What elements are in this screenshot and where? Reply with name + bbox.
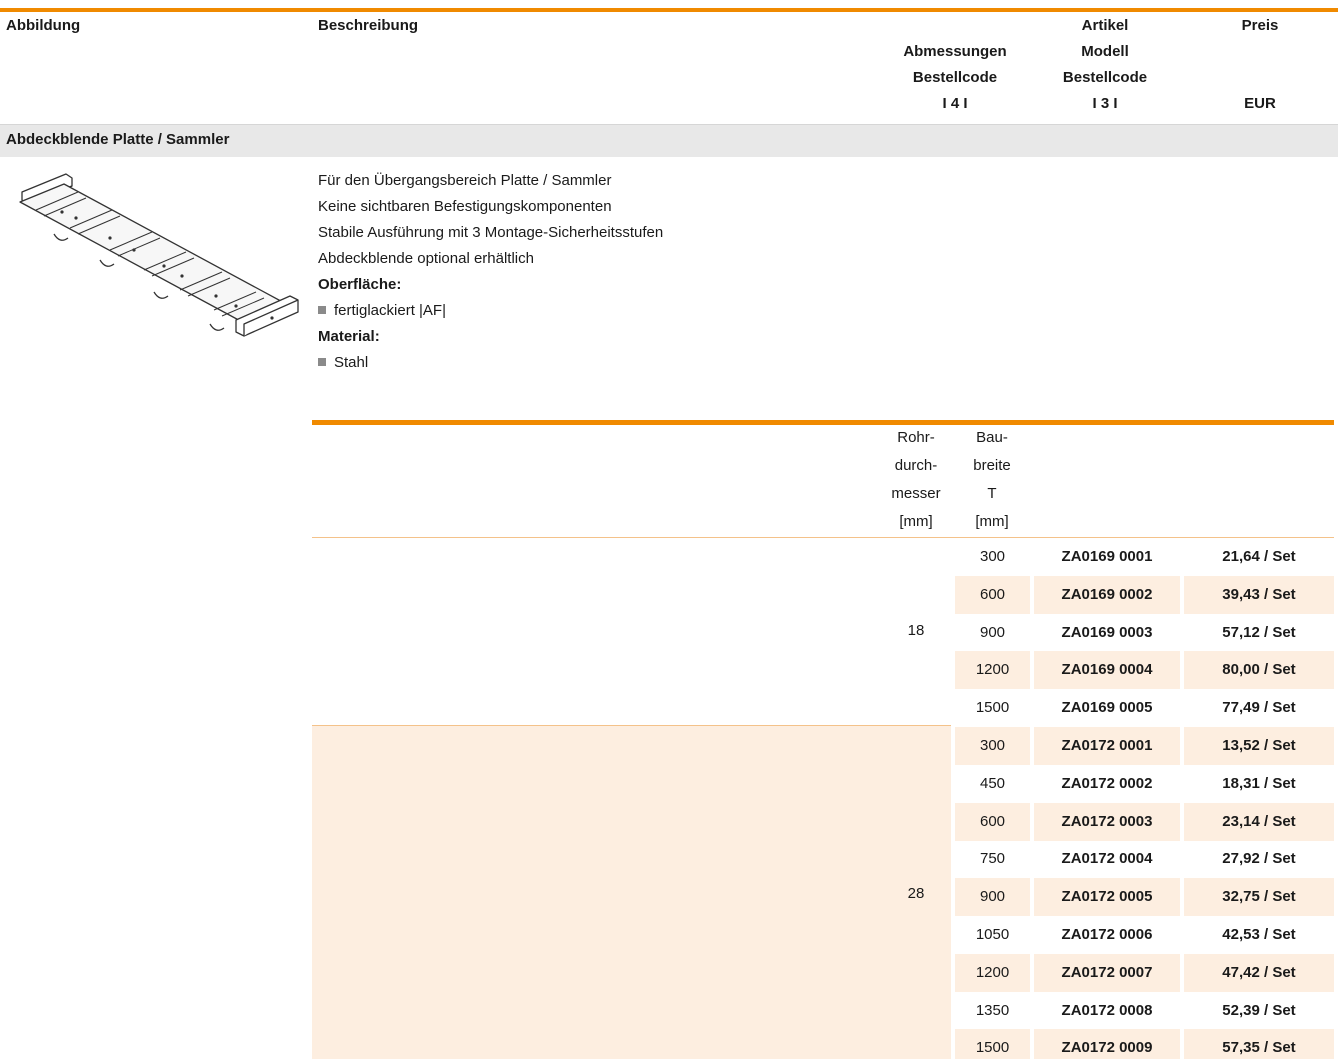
column-head-baubreite: Bau- breite T [mm]	[952, 424, 1032, 536]
cell-baubreite: 450	[979, 775, 1006, 792]
description-line: Keine sichtbaren Befestigungskomponenten	[318, 198, 612, 215]
cell-baubreite: 1350	[975, 1002, 1010, 1019]
column-head-line: [mm]	[899, 513, 933, 530]
section-title: Abdeckblende Platte / Sammler	[6, 131, 230, 148]
cell-baubreite: 1050	[975, 926, 1010, 943]
cell-bestellcode: ZA0172 0005	[1034, 878, 1180, 916]
cell-bestellcode: ZA0169 0001	[1061, 548, 1153, 565]
group-28-background	[312, 726, 951, 1059]
cell-bestellcode: ZA0169 0002	[1034, 576, 1180, 614]
cell-baubreite: 600	[955, 576, 1030, 614]
cell-bestellcode: ZA0172 0006	[1061, 926, 1153, 943]
cell-baubreite: 1200	[955, 651, 1030, 689]
cell-preis: 57,12 / Set	[1222, 624, 1296, 641]
cell-preis: 32,75 / Set	[1184, 878, 1334, 916]
header-abbildung: Abbildung	[6, 17, 81, 34]
diameter-28: 28	[907, 885, 925, 902]
column-head-line: [mm]	[975, 513, 1009, 530]
header-preis: Preis	[1241, 17, 1279, 34]
description-line: Stabile Ausführung mit 3 Montage-Sicherh…	[318, 224, 664, 241]
material-label: Material:	[318, 328, 380, 345]
column-head-line: Bau-	[976, 429, 1008, 446]
column-head-line: Rohr-	[897, 429, 935, 446]
cell-baubreite: 1500	[955, 1029, 1030, 1059]
description-line: Abdeckblende optional erhältlich	[318, 250, 534, 267]
cell-preis: 27,92 / Set	[1222, 850, 1296, 867]
cell-bestellcode: ZA0169 0004	[1034, 651, 1180, 689]
cell-preis: 21,64 / Set	[1222, 548, 1296, 565]
cell-baubreite: 600	[955, 803, 1030, 841]
oberflaeche-label: Oberfläche:	[318, 276, 402, 293]
header-artikel-line: Artikel	[1081, 17, 1129, 34]
cell-baubreite: 900	[979, 624, 1006, 641]
cell-preis: 77,49 / Set	[1222, 699, 1296, 716]
header-artikel-line: Modell	[1081, 43, 1129, 60]
description-line: Für den Übergangsbereich Platte / Sammle…	[318, 172, 612, 189]
column-head-line: T	[987, 485, 997, 502]
column-head-line: durch-	[894, 457, 938, 474]
column-head-rohrdurchmesser: Rohr- durch- messer [mm]	[876, 424, 956, 536]
cell-bestellcode: ZA0169 0003	[1061, 624, 1153, 641]
cell-bestellcode: ZA0172 0002	[1061, 775, 1153, 792]
header-artikel-line: Bestellcode	[1062, 69, 1148, 86]
cell-baubreite: 300	[955, 727, 1030, 765]
header-beschreibung: Beschreibung	[318, 17, 419, 34]
table-orange-rule	[312, 420, 1334, 425]
cell-preis: 39,43 / Set	[1184, 576, 1334, 614]
group-divider	[312, 725, 951, 726]
material-value: Stahl	[318, 350, 918, 376]
oberflaeche-value: fertiglackiert |AF|	[318, 298, 918, 324]
cell-preis: 13,52 / Set	[1184, 727, 1334, 765]
cell-preis: 23,14 / Set	[1184, 803, 1334, 841]
cell-bestellcode: ZA0172 0007	[1034, 954, 1180, 992]
header-abmessungen: Abmessungen Bestellcode I 4 I	[880, 39, 1030, 117]
cell-baubreite: 300	[979, 548, 1006, 565]
cell-preis: 18,31 / Set	[1222, 775, 1296, 792]
product-image	[19, 173, 299, 337]
header-abmessungen-line: Abmessungen	[903, 43, 1007, 60]
top-orange-rule	[0, 8, 1338, 12]
cell-preis: 80,00 / Set	[1184, 651, 1334, 689]
table-head-divider	[312, 537, 1334, 538]
section-bar: Abdeckblende Platte / Sammler	[0, 124, 1338, 157]
cell-preis: 57,35 / Set	[1184, 1029, 1334, 1059]
cell-baubreite: 1200	[955, 954, 1030, 992]
diameter-18: 18	[907, 622, 925, 639]
header-artikel: Artikel Modell Bestellcode I 3 I	[1030, 13, 1180, 117]
cell-bestellcode: ZA0172 0004	[1061, 850, 1153, 867]
cell-baubreite: 750	[979, 850, 1006, 867]
cell-baubreite: 1500	[975, 699, 1010, 716]
column-head-line: breite	[973, 457, 1011, 474]
cell-bestellcode: ZA0172 0009	[1034, 1029, 1180, 1059]
cell-bestellcode: ZA0169 0005	[1061, 699, 1153, 716]
cell-preis: 42,53 / Set	[1222, 926, 1296, 943]
header-eur: EUR	[1244, 95, 1276, 112]
cell-bestellcode: ZA0172 0008	[1061, 1002, 1153, 1019]
header-abmessungen-line: I 4 I	[942, 95, 968, 112]
header-artikel-line: I 3 I	[1092, 95, 1118, 112]
header-abmessungen-line: Bestellcode	[912, 69, 998, 86]
cell-preis: 52,39 / Set	[1222, 1002, 1296, 1019]
cell-baubreite: 900	[955, 878, 1030, 916]
cell-preis: 47,42 / Set	[1184, 954, 1334, 992]
description: Für den Übergangsbereich Platte / Sammle…	[318, 168, 918, 376]
cell-bestellcode: ZA0172 0001	[1034, 727, 1180, 765]
column-head-line: messer	[891, 485, 941, 502]
cell-bestellcode: ZA0172 0003	[1034, 803, 1180, 841]
